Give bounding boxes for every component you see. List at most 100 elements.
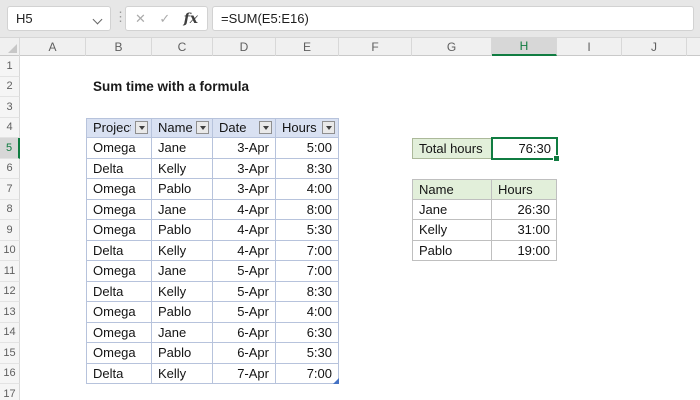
row-header-1[interactable]: 1 <box>0 56 20 77</box>
fill-handle[interactable] <box>553 155 560 162</box>
cell-B12[interactable]: Delta <box>86 281 152 302</box>
cell-C16[interactable]: Kelly <box>152 363 213 384</box>
cell-C13[interactable]: Pablo <box>152 302 213 323</box>
cell-D9[interactable]: 4-Apr <box>213 220 276 241</box>
insert-function-icon[interactable]: fx <box>184 11 198 27</box>
filter-dropdown-button[interactable] <box>259 121 272 135</box>
column-header-partial[interactable] <box>687 38 700 56</box>
cell-C5[interactable]: Jane <box>152 138 213 159</box>
cell-D5[interactable]: 3-Apr <box>213 138 276 159</box>
cell-C11[interactable]: Jane <box>152 261 213 282</box>
cell-B8[interactable]: Omega <box>86 199 152 220</box>
summary-header-name[interactable]: Name <box>412 179 492 200</box>
row-header-7[interactable]: 7 <box>0 179 20 200</box>
row-header-6[interactable]: 6 <box>0 158 20 179</box>
cell-E5[interactable]: 5:00 <box>276 138 339 159</box>
cell-C9[interactable]: Pablo <box>152 220 213 241</box>
cell-D7[interactable]: 3-Apr <box>213 179 276 200</box>
cell-C7[interactable]: Pablo <box>152 179 213 200</box>
cancel-icon[interactable]: ✕ <box>135 11 146 27</box>
cell-B16[interactable]: Delta <box>86 363 152 384</box>
row-header-16[interactable]: 16 <box>0 363 20 384</box>
cell-B13[interactable]: Omega <box>86 302 152 323</box>
select-all-corner[interactable] <box>0 38 20 56</box>
cell-E9[interactable]: 5:30 <box>276 220 339 241</box>
column-header-J[interactable]: J <box>622 38 687 56</box>
total-hours-label-cell[interactable]: Total hours <box>412 138 492 159</box>
cell-E13[interactable]: 4:00 <box>276 302 339 323</box>
column-header-A[interactable]: A <box>20 38 86 56</box>
cell-H10[interactable]: 19:00 <box>492 240 557 261</box>
cell-E10[interactable]: 7:00 <box>276 240 339 261</box>
cell-B14[interactable]: Omega <box>86 322 152 343</box>
cell-B7[interactable]: Omega <box>86 179 152 200</box>
row-header-9[interactable]: 9 <box>0 220 20 241</box>
chevron-down-icon[interactable] <box>92 14 103 25</box>
column-header-E[interactable]: E <box>276 38 339 56</box>
cell-H8[interactable]: 26:30 <box>492 199 557 220</box>
cell-D16[interactable]: 7-Apr <box>213 363 276 384</box>
cell-E14[interactable]: 6:30 <box>276 322 339 343</box>
cell-D8[interactable]: 4-Apr <box>213 199 276 220</box>
cell-B10[interactable]: Delta <box>86 240 152 261</box>
cell-E6[interactable]: 8:30 <box>276 158 339 179</box>
cell-B6[interactable]: Delta <box>86 158 152 179</box>
column-header-H[interactable]: H <box>492 38 557 56</box>
cell-C10[interactable]: Kelly <box>152 240 213 261</box>
cell-H9[interactable]: 31:00 <box>492 220 557 241</box>
cell-D11[interactable]: 5-Apr <box>213 261 276 282</box>
column-header-B[interactable]: B <box>86 38 152 56</box>
filter-dropdown-button[interactable] <box>322 121 335 135</box>
row-header-13[interactable]: 13 <box>0 302 20 323</box>
row-header-10[interactable]: 10 <box>0 240 20 261</box>
summary-header-hours[interactable]: Hours <box>492 179 557 200</box>
column-header-G[interactable]: G <box>412 38 492 56</box>
enter-icon[interactable]: ✓ <box>159 11 170 27</box>
row-header-2[interactable]: 2 <box>0 76 20 97</box>
column-header-C[interactable]: C <box>152 38 213 56</box>
selected-cell-h5[interactable]: 76:30 <box>491 137 558 160</box>
row-header-14[interactable]: 14 <box>0 322 20 343</box>
cell-B11[interactable]: Omega <box>86 261 152 282</box>
cell-C14[interactable]: Jane <box>152 322 213 343</box>
cell-C15[interactable]: Pablo <box>152 343 213 364</box>
column-header-F[interactable]: F <box>339 38 412 56</box>
sheet-title-cell[interactable]: Sum time with a formula <box>93 77 249 98</box>
row-header-8[interactable]: 8 <box>0 199 20 220</box>
filter-dropdown-button[interactable] <box>135 121 148 135</box>
cell-B9[interactable]: Omega <box>86 220 152 241</box>
cell-D12[interactable]: 5-Apr <box>213 281 276 302</box>
cell-E12[interactable]: 8:30 <box>276 281 339 302</box>
cell-C8[interactable]: Jane <box>152 199 213 220</box>
row-header-15[interactable]: 15 <box>0 343 20 364</box>
cell-E11[interactable]: 7:00 <box>276 261 339 282</box>
cell-E15[interactable]: 5:30 <box>276 343 339 364</box>
filter-dropdown-button[interactable] <box>196 121 209 135</box>
cell-G8[interactable]: Jane <box>412 199 492 220</box>
cell-D6[interactable]: 3-Apr <box>213 158 276 179</box>
cell-G9[interactable]: Kelly <box>412 220 492 241</box>
cell-E7[interactable]: 4:00 <box>276 179 339 200</box>
cell-B15[interactable]: Omega <box>86 343 152 364</box>
row-header-3[interactable]: 3 <box>0 97 20 118</box>
column-header-I[interactable]: I <box>557 38 622 56</box>
cell-C12[interactable]: Kelly <box>152 281 213 302</box>
cell-D13[interactable]: 5-Apr <box>213 302 276 323</box>
cell-E16[interactable]: 7:00 <box>276 363 339 384</box>
cell-G10[interactable]: Pablo <box>412 240 492 261</box>
row-header-17[interactable]: 17 <box>0 384 20 400</box>
row-header-11[interactable]: 11 <box>0 261 20 282</box>
name-box[interactable]: H5 <box>7 6 111 31</box>
cell-B5[interactable]: Omega <box>86 138 152 159</box>
formula-input[interactable]: =SUM(E5:E16) <box>212 6 694 31</box>
row-header-12[interactable]: 12 <box>0 281 20 302</box>
table-resize-handle[interactable] <box>333 378 339 384</box>
cell-D14[interactable]: 6-Apr <box>213 322 276 343</box>
cell-C6[interactable]: Kelly <box>152 158 213 179</box>
row-header-5[interactable]: 5 <box>0 138 20 159</box>
cell-D15[interactable]: 6-Apr <box>213 343 276 364</box>
cell-D10[interactable]: 4-Apr <box>213 240 276 261</box>
column-header-D[interactable]: D <box>213 38 276 56</box>
row-header-4[interactable]: 4 <box>0 117 20 138</box>
cell-E8[interactable]: 8:00 <box>276 199 339 220</box>
